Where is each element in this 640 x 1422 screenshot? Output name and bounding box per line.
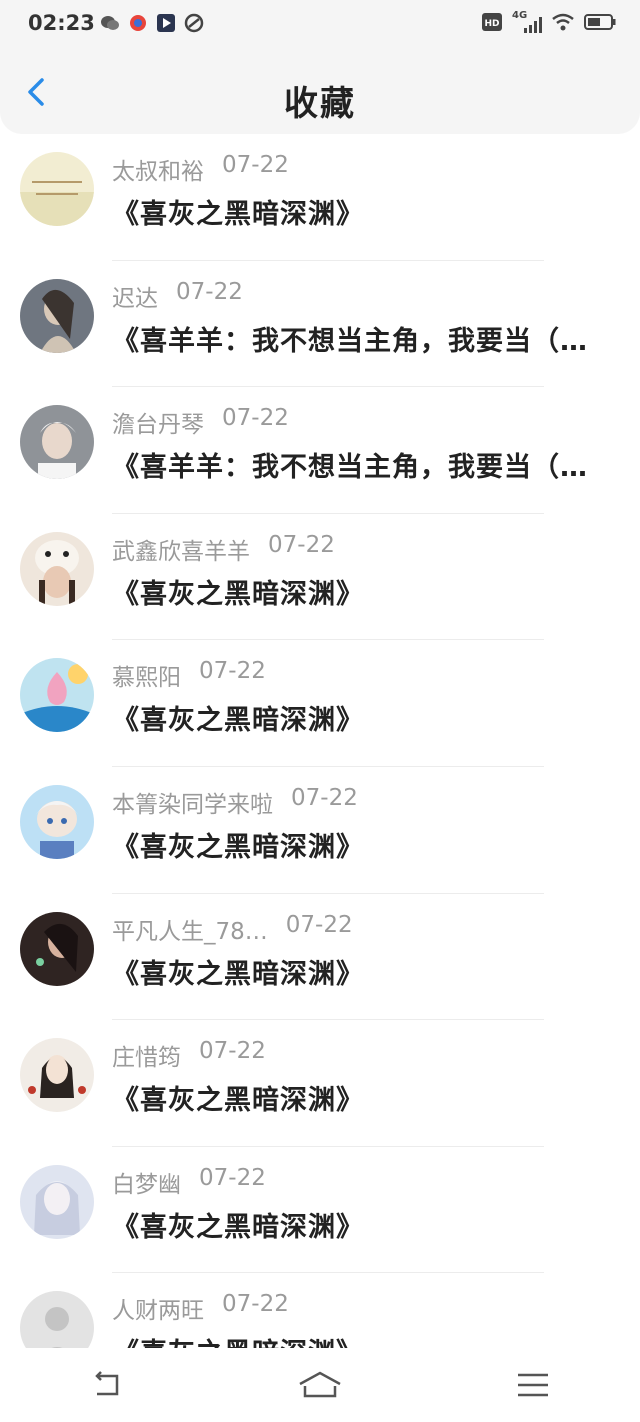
item-meta: 澹台丹琴 07-22 bbox=[112, 405, 289, 439]
avatar[interactable] bbox=[20, 1291, 94, 1348]
story-title[interactable]: 《喜灰之黑暗深渊》 bbox=[112, 1078, 622, 1117]
item-date: 07-22 bbox=[222, 1291, 289, 1318]
user-name[interactable]: 武鑫欣喜羊羊 bbox=[112, 532, 250, 566]
avatar[interactable] bbox=[20, 784, 94, 859]
svg-text:HD: HD bbox=[484, 19, 499, 29]
signal-icon: 4G bbox=[512, 10, 542, 34]
favorite-item[interactable]: 慕熙阳 07-22 《喜灰之黑暗深渊》 bbox=[0, 640, 640, 767]
user-name[interactable]: 本箐染同学来啦 bbox=[112, 785, 273, 819]
user-name[interactable]: 白梦幽 bbox=[112, 1165, 181, 1199]
favorite-item[interactable]: 平凡人生_78… 07-22 《喜灰之黑暗深渊》 bbox=[0, 894, 640, 1021]
avatar[interactable] bbox=[20, 405, 94, 480]
story-title[interactable]: 《喜灰之黑暗深渊》 bbox=[112, 572, 622, 611]
item-date: 07-22 bbox=[199, 1164, 266, 1191]
user-name[interactable]: 慕熙阳 bbox=[112, 658, 181, 692]
app-red-icon bbox=[128, 13, 148, 33]
avatar[interactable] bbox=[20, 911, 94, 986]
page-title: 收藏 bbox=[284, 84, 356, 124]
status-bar: 02:23 HD 4G bbox=[0, 0, 640, 50]
avatar[interactable] bbox=[20, 1038, 94, 1113]
avatar[interactable] bbox=[20, 152, 94, 226]
item-meta: 白梦幽 07-22 bbox=[112, 1165, 266, 1199]
favorite-item[interactable]: 人财两旺 07-22 《喜灰之黑暗深渊》 bbox=[0, 1273, 640, 1348]
user-name[interactable]: 人财两旺 bbox=[112, 1291, 204, 1325]
story-title[interactable]: 《喜羊羊：我不想当主角，我要当（… bbox=[112, 319, 622, 358]
story-title[interactable]: 《喜灰之黑暗深渊》 bbox=[112, 825, 622, 864]
item-date: 07-22 bbox=[222, 405, 289, 432]
wifi-icon bbox=[552, 13, 574, 35]
item-date: 07-22 bbox=[199, 1038, 266, 1065]
item-meta: 本箐染同学来啦 07-22 bbox=[112, 785, 358, 819]
story-title[interactable]: 《喜灰之黑暗深渊》 bbox=[112, 1331, 622, 1348]
system-nav-bar bbox=[0, 1348, 640, 1422]
item-date: 07-22 bbox=[199, 658, 266, 685]
nav-home-button[interactable] bbox=[290, 1363, 350, 1407]
nav-back-button[interactable] bbox=[77, 1363, 137, 1407]
favorites-list[interactable]: 太叔和裕 07-22 《喜灰之黑暗深渊》 迟达 07-22 《喜羊羊：我不想当主角，我要当… bbox=[0, 134, 640, 1348]
item-meta: 庄惜筠 07-22 bbox=[112, 1038, 266, 1072]
item-date: 07-22 bbox=[285, 911, 353, 938]
avatar[interactable] bbox=[20, 278, 94, 353]
menu-icon bbox=[518, 1373, 549, 1397]
battery-icon bbox=[584, 13, 616, 35]
hd-icon: HD bbox=[482, 13, 502, 35]
item-meta: 慕熙阳 07-22 bbox=[112, 658, 266, 692]
status-right-group: HD 4G bbox=[482, 10, 616, 35]
user-name[interactable]: 平凡人生_78… bbox=[112, 912, 268, 946]
favorite-item[interactable]: 澹台丹琴 07-22 《喜羊羊：我不想当主角，我要当（… bbox=[0, 387, 640, 514]
story-title[interactable]: 《喜灰之黑暗深渊》 bbox=[112, 698, 622, 737]
item-date: 07-22 bbox=[176, 278, 243, 305]
item-date: 07-22 bbox=[291, 784, 358, 811]
favorite-item[interactable]: 迟达 07-22 《喜羊羊：我不想当主角，我要当（… bbox=[0, 261, 640, 388]
item-meta: 平凡人生_78… 07-22 bbox=[112, 912, 353, 946]
user-name[interactable]: 澹台丹琴 bbox=[112, 405, 204, 439]
story-title[interactable]: 《喜灰之黑暗深渊》 bbox=[112, 952, 622, 991]
item-meta: 人财两旺 07-22 bbox=[112, 1291, 289, 1325]
story-title[interactable]: 《喜灰之黑暗深渊》 bbox=[112, 1205, 622, 1244]
avatar[interactable] bbox=[20, 658, 94, 733]
nav-menu-button[interactable] bbox=[503, 1363, 563, 1407]
item-date: 07-22 bbox=[222, 152, 289, 178]
avatar[interactable] bbox=[20, 1164, 94, 1239]
item-meta: 太叔和裕 07-22 bbox=[112, 152, 289, 186]
item-meta: 武鑫欣喜羊羊 07-22 bbox=[112, 532, 335, 566]
user-name[interactable]: 庄惜筠 bbox=[112, 1038, 181, 1072]
status-app-icons bbox=[100, 13, 204, 33]
favorite-item[interactable]: 本箐染同学来啦 07-22 《喜灰之黑暗深渊》 bbox=[0, 767, 640, 894]
video-app-icon bbox=[156, 13, 176, 33]
status-time: 02:23 bbox=[28, 11, 95, 35]
user-name[interactable]: 迟达 bbox=[112, 279, 158, 313]
item-meta: 迟达 07-22 bbox=[112, 279, 243, 313]
home-icon bbox=[299, 1371, 341, 1398]
favorite-item[interactable]: 太叔和裕 07-22 《喜灰之黑暗深渊》 bbox=[0, 134, 640, 261]
favorite-item[interactable]: 武鑫欣喜羊羊 07-22 《喜灰之黑暗深渊》 bbox=[0, 514, 640, 641]
item-date: 07-22 bbox=[268, 531, 335, 558]
app-swirl-icon bbox=[184, 13, 204, 33]
wechat-icon bbox=[100, 13, 120, 33]
favorite-item[interactable]: 庄惜筠 07-22 《喜灰之黑暗深渊》 bbox=[0, 1020, 640, 1147]
header: 收藏 bbox=[0, 50, 640, 134]
story-title[interactable]: 《喜灰之黑暗深渊》 bbox=[112, 192, 622, 231]
back-icon bbox=[94, 1371, 118, 1396]
favorite-item[interactable]: 白梦幽 07-22 《喜灰之黑暗深渊》 bbox=[0, 1147, 640, 1274]
story-title[interactable]: 《喜羊羊：我不想当主角，我要当（… bbox=[112, 445, 622, 484]
user-name[interactable]: 太叔和裕 bbox=[112, 152, 204, 186]
avatar[interactable] bbox=[20, 531, 94, 606]
